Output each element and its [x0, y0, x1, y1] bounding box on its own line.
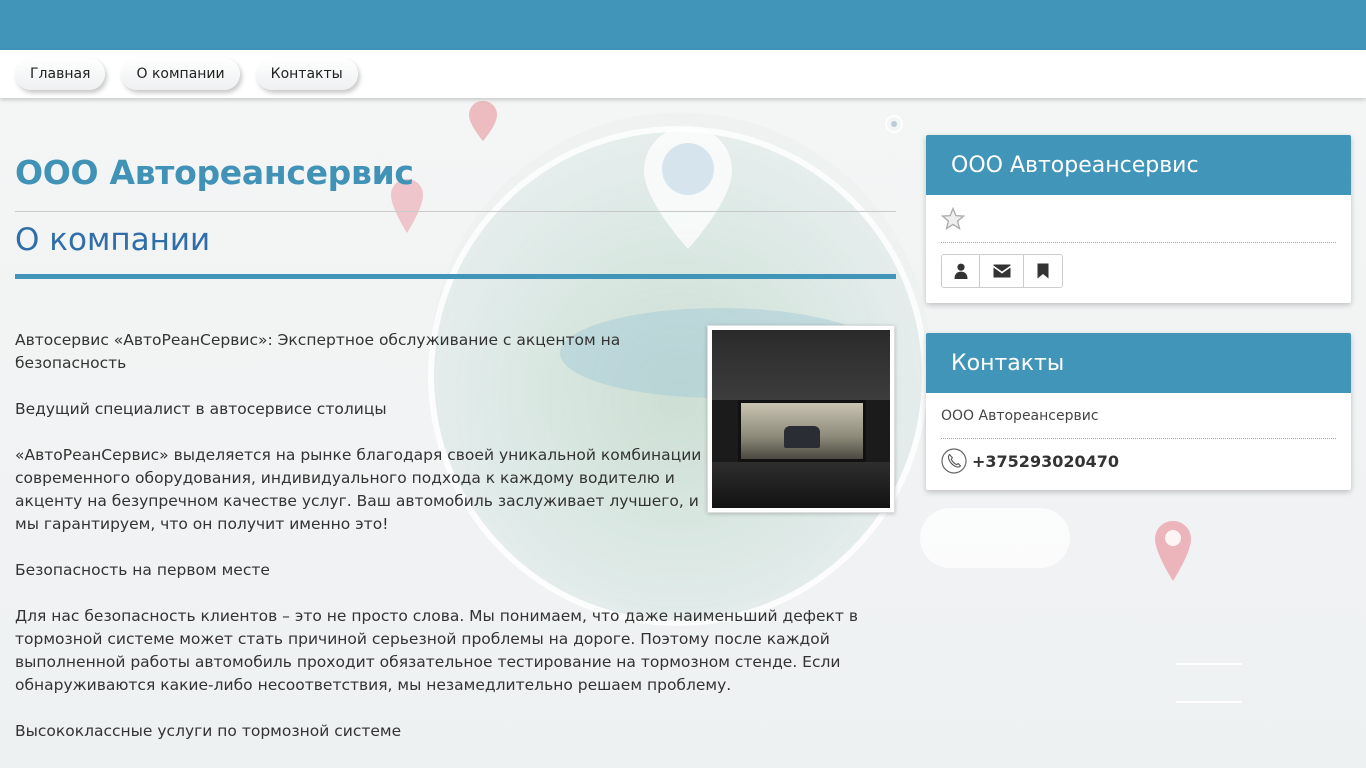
location-ring-icon — [885, 115, 903, 133]
article: Автосервис «АвтоРеанСервис»: Экспертное … — [15, 325, 896, 743]
title-divider — [15, 211, 896, 212]
company-card: ООО Автореансервис — [926, 135, 1351, 303]
map-pin-icon — [1155, 521, 1191, 581]
envelope-icon — [993, 264, 1010, 278]
garage-photo-image — [712, 330, 890, 508]
action-buttons — [941, 254, 1063, 288]
main-content: ООО Автореансервис О компании Автосервис… — [15, 150, 896, 766]
article-paragraph: Высококлассные услуги по тормозной систе… — [15, 722, 402, 740]
article-paragraph: Автосервис «АвтоРеанСервис»: Экспертное … — [15, 331, 621, 372]
contacts-card: Контакты ООО Автореансервис +37529302047… — [926, 333, 1351, 490]
page-title: ООО Автореансервис — [15, 153, 414, 192]
contact-company: ООО Автореансервис — [941, 393, 1336, 439]
article-paragraph: Безопасность на первом месте — [15, 561, 270, 579]
user-button[interactable] — [942, 255, 980, 287]
photo-floor — [712, 462, 890, 508]
top-bar — [0, 0, 1366, 50]
photo-car — [784, 426, 820, 448]
phone-link[interactable]: +375293020470 — [972, 452, 1119, 471]
main-navigation: Главная О компании Контакты — [0, 50, 1366, 98]
phone-icon — [941, 448, 967, 474]
decorative-lines — [1176, 663, 1242, 703]
company-card-title: ООО Автореансервис — [926, 135, 1351, 195]
cloud-shape — [920, 508, 1070, 568]
article-text: Автосервис «АвтоРеанСервис»: Экспертное … — [15, 329, 858, 743]
user-icon — [954, 263, 967, 279]
map-pin-icon — [469, 101, 497, 141]
garage-photo[interactable] — [707, 325, 895, 513]
contacts-card-title: Контакты — [926, 333, 1351, 393]
rating-row — [941, 195, 1336, 243]
bookmark-icon — [1037, 263, 1049, 279]
article-paragraph: Для нас безопасность клиентов – это не п… — [15, 607, 859, 694]
section-divider — [15, 274, 896, 279]
photo-ceiling — [712, 330, 890, 400]
article-paragraph: «АвтоРеанСервис» выделяется на рынке бла… — [15, 446, 702, 533]
nav-tab-about[interactable]: О компании — [121, 58, 240, 90]
contact-phone-row: +375293020470 — [941, 439, 1336, 483]
nav-tab-home[interactable]: Главная — [15, 58, 106, 90]
section-title: О компании — [15, 222, 211, 258]
bookmark-button[interactable] — [1024, 255, 1062, 287]
email-button[interactable] — [980, 255, 1024, 287]
star-outline-icon[interactable] — [941, 206, 965, 231]
article-paragraph: Ведущий специалист в автосервисе столицы — [15, 400, 387, 418]
nav-tab-contacts[interactable]: Контакты — [255, 58, 358, 90]
